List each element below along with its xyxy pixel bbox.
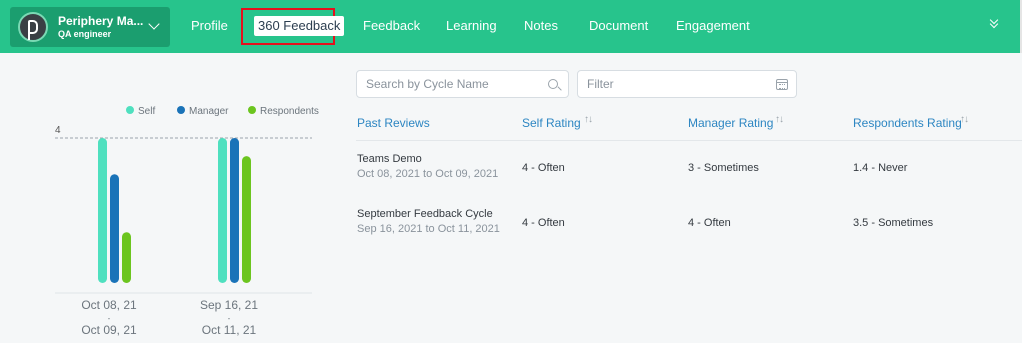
tab-document[interactable]: Document	[589, 18, 648, 34]
bar-respondents-1	[122, 232, 131, 283]
review-dates: Sep 16, 2021 to Oct 11, 2021	[357, 223, 500, 235]
sort-icon[interactable]	[960, 114, 970, 128]
filter-input[interactable]	[578, 71, 796, 97]
x-label-sep-2: -	[227, 314, 231, 323]
user-profile-switcher[interactable]: Periphery Ma... QA engineer	[10, 7, 170, 47]
x-label-start-2: Sep 16, 21	[199, 298, 259, 312]
column-header-past-reviews: Past Reviews	[357, 116, 430, 130]
legend-label-self: Self	[138, 106, 155, 117]
user-name: Periphery Ma...	[58, 14, 144, 28]
tab-profile[interactable]: Profile	[191, 18, 228, 34]
manager-rating-cell: 3 - Sometimes	[688, 162, 759, 174]
feedback-bar-chart: 4 Self Manager Respondents	[55, 106, 319, 294]
legend-dot-respondents	[248, 106, 256, 114]
respondents-rating-cell: 3.5 - Sometimes	[853, 217, 934, 229]
tab-feedback[interactable]: Feedback	[363, 18, 420, 34]
calendar-icon[interactable]	[776, 79, 788, 90]
bar-manager-1	[110, 174, 119, 283]
tab-360-feedback[interactable]: 360 Feedback	[254, 16, 345, 36]
x-label-end-1: Oct 09, 21	[81, 323, 137, 337]
bar-self-1	[98, 138, 107, 283]
search-input[interactable]	[357, 71, 568, 97]
x-label-start-1: Oct 08, 21	[81, 298, 137, 312]
tab-notes[interactable]: Notes	[524, 18, 558, 34]
sort-icon[interactable]	[775, 114, 785, 128]
user-info: Periphery Ma... QA engineer	[58, 14, 143, 40]
chevron-down-icon[interactable]	[148, 18, 160, 30]
search-icon[interactable]	[548, 79, 558, 89]
double-chevron-down-icon[interactable]	[988, 17, 1000, 29]
legend-dot-self	[126, 106, 134, 114]
sort-icon[interactable]	[584, 114, 594, 128]
self-rating-cell: 4 - Often	[522, 162, 565, 174]
column-header-respondents-rating[interactable]: Respondents Rating	[853, 116, 962, 130]
x-label-sep-1: -	[107, 314, 111, 323]
review-title: Teams Demo	[357, 153, 422, 165]
respondents-rating-cell: 1.4 - Never	[853, 162, 908, 174]
search-box	[356, 70, 569, 98]
avatar	[18, 12, 48, 42]
legend-label-respondents: Respondents	[260, 106, 319, 117]
table-divider	[356, 140, 1022, 141]
legend-label-manager: Manager	[189, 106, 229, 117]
review-dates: Oct 08, 2021 to Oct 09, 2021	[357, 168, 499, 180]
top-navigation-bar: Periphery Ma... QA engineer Profile 360 …	[0, 0, 1022, 53]
column-header-manager-rating[interactable]: Manager Rating	[688, 116, 773, 130]
tab-learning[interactable]: Learning	[446, 18, 497, 34]
user-role: QA engineer	[58, 29, 112, 39]
legend-dot-manager	[177, 106, 185, 114]
reference-line-label: 4	[55, 125, 61, 136]
bar-self-2	[218, 138, 227, 283]
manager-rating-cell: 4 - Often	[688, 217, 731, 229]
filter-box	[577, 70, 797, 98]
company-logo-icon	[28, 20, 38, 40]
review-title: September Feedback Cycle	[357, 208, 493, 220]
self-rating-cell: 4 - Often	[522, 217, 565, 229]
bar-respondents-2	[242, 156, 251, 283]
bar-manager-2	[230, 138, 239, 283]
tab-engagement[interactable]: Engagement	[676, 18, 750, 34]
column-header-self-rating[interactable]: Self Rating	[522, 116, 581, 130]
x-label-end-2: Oct 11, 21	[201, 323, 257, 337]
